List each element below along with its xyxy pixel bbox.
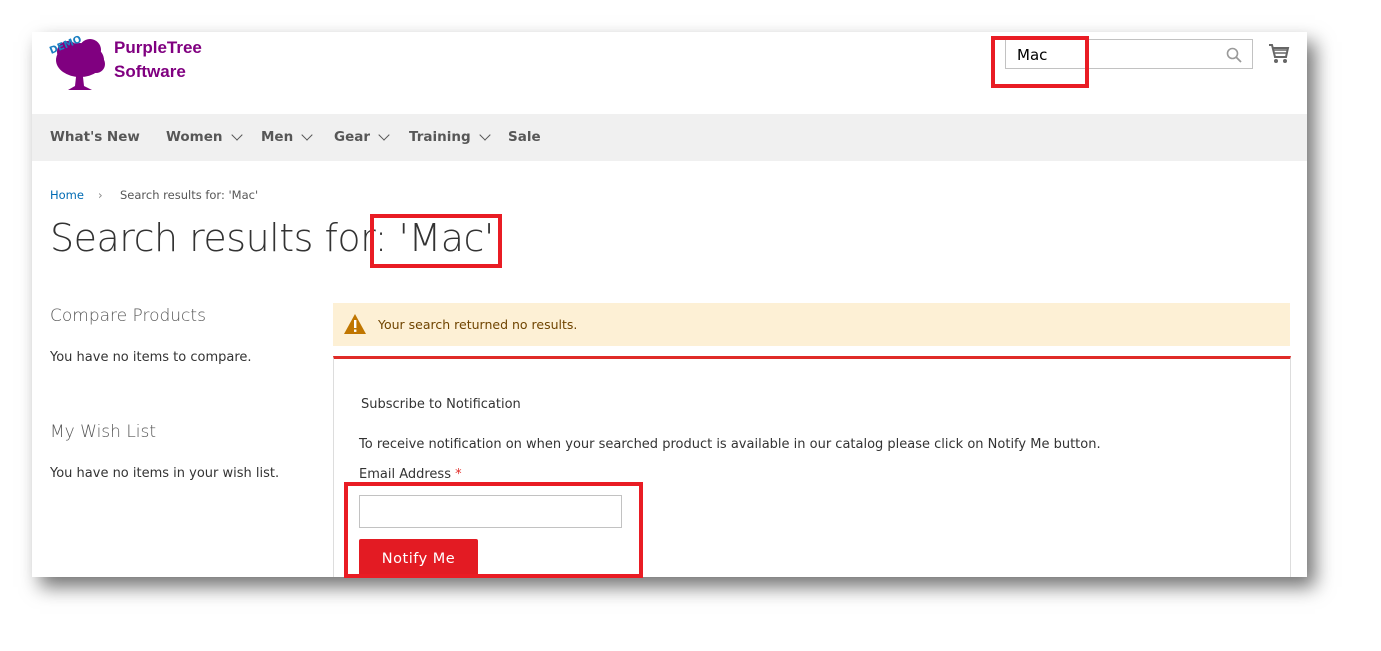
nav-whats-new[interactable]: What's New xyxy=(50,129,140,145)
page-title: Search results for: 'Mac' xyxy=(50,216,494,260)
main-nav: What's New Women Men Gear Training Sale xyxy=(32,114,1307,161)
page-title-query: 'Mac' xyxy=(398,216,495,260)
email-field[interactable] xyxy=(359,495,622,528)
wishlist-text: You have no items in your wish list. xyxy=(50,466,280,481)
cart-icon[interactable] xyxy=(1268,43,1290,65)
breadcrumb-current: Search results for: 'Mac' xyxy=(120,188,259,202)
logo-line1: PurpleTree xyxy=(114,38,202,57)
search-icon[interactable] xyxy=(1226,47,1242,63)
nav-sale[interactable]: Sale xyxy=(508,129,541,145)
nav-label: Men xyxy=(261,129,294,145)
notify-description: To receive notification on when your sea… xyxy=(359,437,1101,452)
chevron-down-icon xyxy=(478,129,491,141)
nav-training[interactable]: Training xyxy=(409,129,491,145)
no-results-message: Your search returned no results. xyxy=(333,303,1290,346)
logo[interactable]: DEMO PurpleTree Software xyxy=(48,34,228,94)
logo-line2: Software xyxy=(114,62,186,81)
nav-label: What's New xyxy=(50,129,140,145)
notify-panel: Subscribe to Notification To receive not… xyxy=(333,356,1291,577)
message-text: Your search returned no results. xyxy=(378,317,578,332)
nav-label: Women xyxy=(166,129,223,145)
breadcrumb-home[interactable]: Home xyxy=(50,188,84,202)
nav-label: Training xyxy=(409,129,471,145)
compare-text: You have no items to compare. xyxy=(50,350,252,365)
chevron-down-icon xyxy=(230,129,243,141)
notify-title: Subscribe to Notification xyxy=(361,397,521,412)
wishlist-title: My Wish List xyxy=(50,422,157,442)
nav-men[interactable]: Men xyxy=(261,129,313,145)
email-label: Email Address xyxy=(359,467,451,482)
breadcrumb-separator-icon: › xyxy=(98,188,103,202)
required-mark: * xyxy=(455,467,462,482)
notify-me-button[interactable]: Notify Me xyxy=(359,539,478,577)
search-box xyxy=(1005,39,1253,69)
warning-icon xyxy=(344,314,366,334)
nav-women[interactable]: Women xyxy=(166,129,243,145)
nav-label: Sale xyxy=(508,129,541,145)
nav-gear[interactable]: Gear xyxy=(334,129,390,145)
nav-label: Gear xyxy=(334,129,371,145)
compare-title: Compare Products xyxy=(50,306,206,326)
page-title-prefix: Search results for: xyxy=(50,216,387,260)
page: DEMO PurpleTree Software What's New Wome… xyxy=(32,32,1307,577)
search-input[interactable] xyxy=(1015,41,1219,69)
chevron-down-icon xyxy=(301,129,313,141)
chevron-down-icon xyxy=(378,129,390,141)
